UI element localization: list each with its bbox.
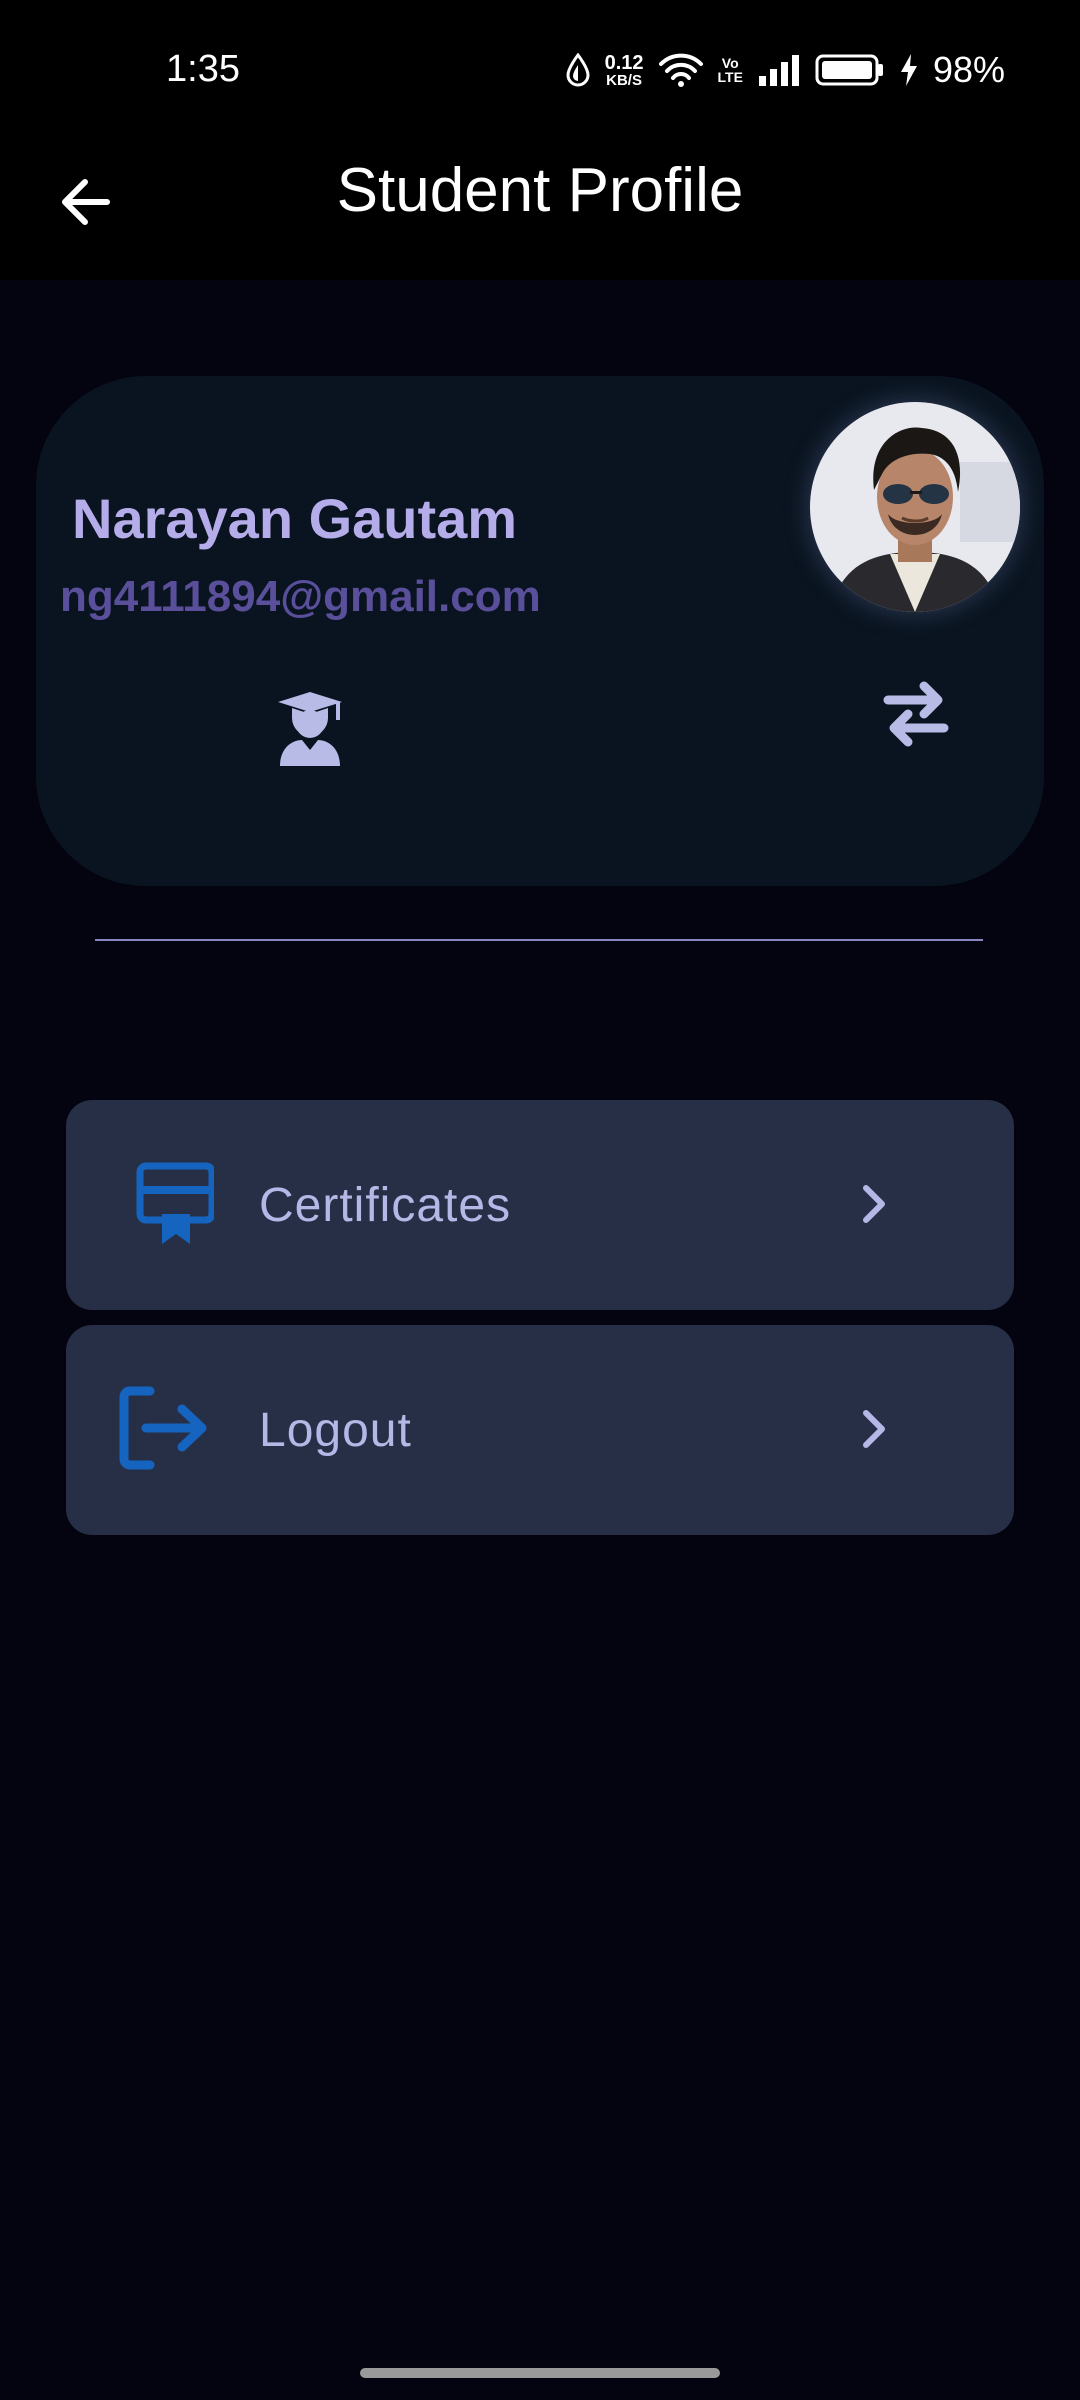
network-speed-unit: KB/S (606, 71, 642, 89)
app-bar: Student Profile (0, 145, 1080, 280)
network-speed: 0.12 KB/S (605, 53, 644, 88)
status-icons: 0.12 KB/S Vo LTE 98% (565, 45, 1005, 95)
volte-bottom: LTE (717, 69, 743, 85)
chevron-right-icon (846, 1401, 902, 1457)
student-name: Narayan Gautam (72, 487, 518, 550)
student-email: ng4111894@gmail.com (60, 572, 541, 621)
swap-arrows-icon (883, 681, 949, 747)
wifi-icon (658, 52, 704, 88)
avatar-photo (810, 402, 1020, 612)
logout-icon (116, 1385, 212, 1471)
chevron-right-icon (846, 1176, 902, 1232)
battery-icon (815, 53, 885, 87)
divider (95, 939, 983, 941)
logout-menu-item[interactable]: Logout (66, 1325, 1014, 1535)
status-bar: 1:35 0.12 KB/S Vo LTE 98% (0, 0, 1080, 145)
volte-top: Vo (721, 55, 739, 71)
certificates-label: Certificates (259, 1179, 512, 1232)
network-speed-value: 0.12 (604, 51, 644, 74)
certificates-menu-item[interactable]: Certificates (66, 1100, 1014, 1310)
signal-icon (757, 54, 801, 86)
certificate-icon (118, 1162, 216, 1248)
charging-bolt-icon (899, 53, 919, 87)
data-saver-icon (565, 53, 591, 87)
avatar[interactable] (810, 402, 1020, 612)
battery-percent: 98% (932, 49, 1005, 90)
status-time: 1:35 (166, 48, 240, 90)
profile-card: Narayan Gautam ng4111894@gmail.com (36, 376, 1044, 886)
swap-account-button[interactable] (876, 674, 956, 754)
volte-indicator: Vo LTE (718, 56, 743, 84)
logout-label: Logout (259, 1404, 412, 1457)
home-indicator[interactable] (360, 2368, 720, 2378)
page-title: Student Profile (336, 156, 744, 225)
graduate-student-icon (270, 688, 350, 768)
